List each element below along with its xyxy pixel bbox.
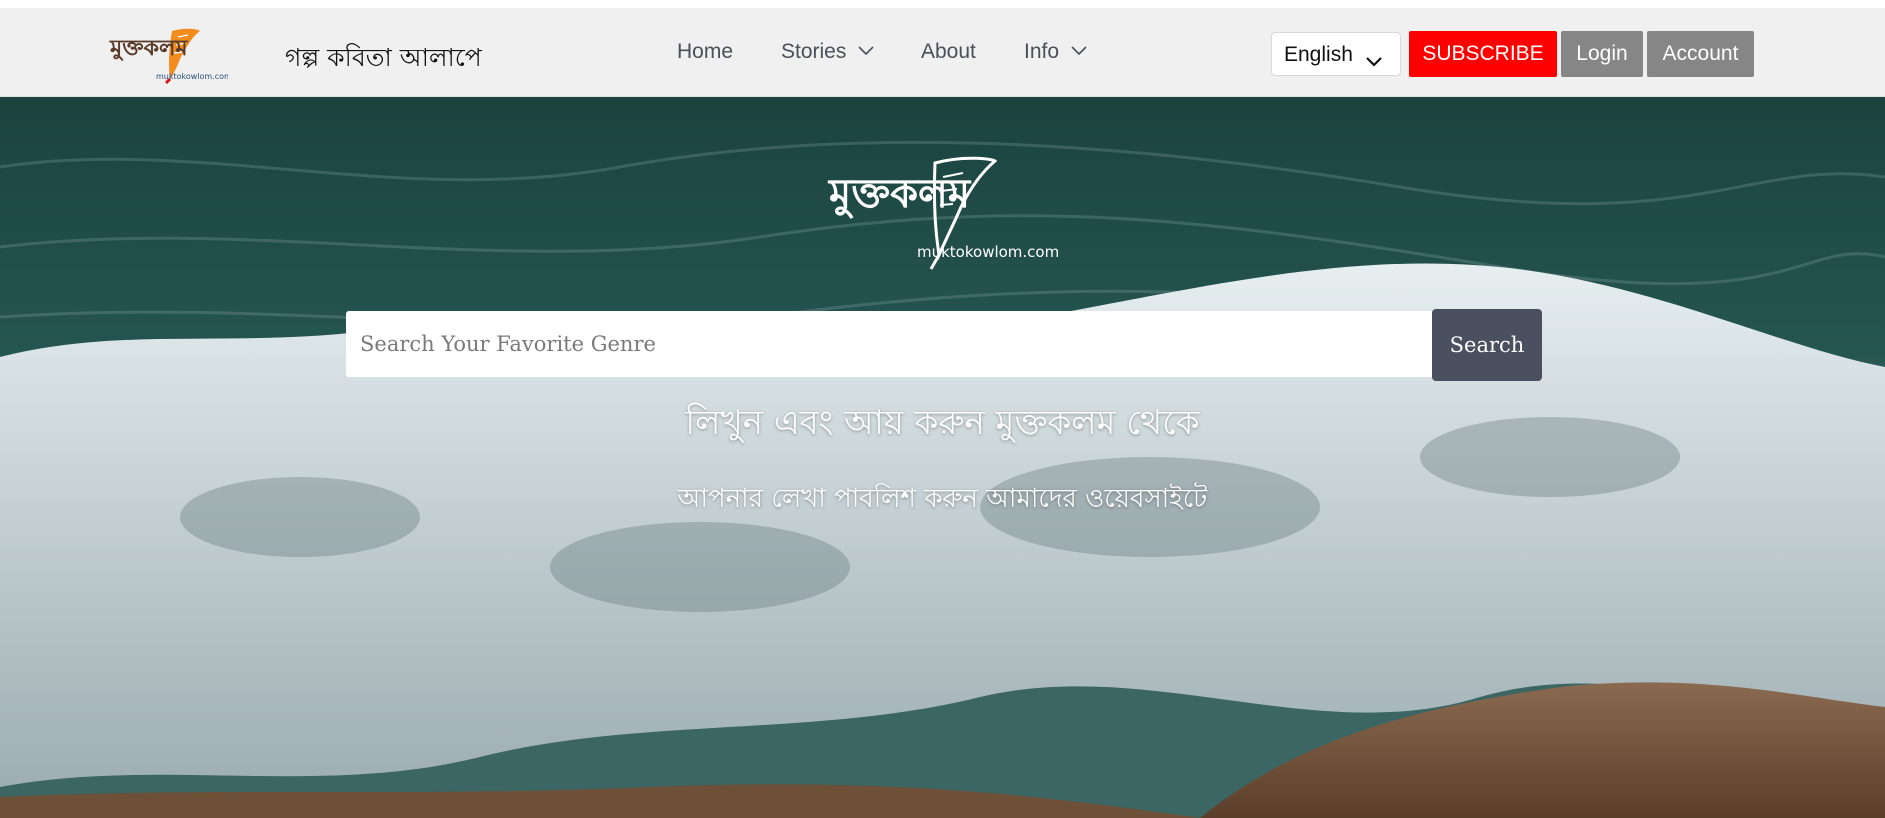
hero-logo-domain: muktokowlom.com	[917, 243, 1059, 261]
nav-about-label: About	[921, 40, 976, 63]
chevron-down-icon	[1366, 49, 1382, 73]
nav-about[interactable]: About	[921, 40, 976, 64]
search-bar: Search	[346, 309, 1542, 381]
hero-banner: মুক্তকলম muktokowlom.com Search লিখুন এব…	[0, 97, 1885, 818]
nav-info[interactable]: Info	[1024, 40, 1087, 64]
chevron-down-icon	[858, 38, 874, 62]
top-strip	[0, 0, 1885, 8]
language-select[interactable]: English	[1271, 32, 1401, 76]
hero-logo: মুক্তকলম muktokowlom.com	[825, 155, 1060, 275]
site-tagline: গল্প কবিতা আলাপে	[285, 43, 482, 72]
language-selected: English	[1284, 43, 1353, 66]
search-input[interactable]	[346, 311, 1432, 377]
logo-text-bangla: মুক্তকলম	[109, 36, 188, 62]
hero-logo-text: মুক্তকলম	[827, 171, 972, 218]
account-button[interactable]: Account	[1647, 31, 1754, 77]
login-button[interactable]: Login	[1561, 31, 1643, 77]
hero-logo-mark: মুক্তকলম muktokowlom.com	[827, 156, 1059, 270]
chevron-down-icon	[1071, 38, 1087, 62]
hero-title: লিখুন এবং আয় করুন মুক্তকলম থেকে	[685, 403, 1200, 443]
site-logo[interactable]: মুক্তকলম muktokowlom.com	[108, 25, 228, 85]
logo-mark: মুক্তকলম muktokowlom.com	[109, 28, 228, 85]
navbar: মুক্তকলম muktokowlom.com গল্প কবিতা আলাপ…	[0, 8, 1885, 97]
nav-stories[interactable]: Stories	[781, 40, 874, 64]
nav-stories-label: Stories	[781, 40, 847, 63]
nav-info-label: Info	[1024, 40, 1060, 63]
hero-subtitle: আপনার লেখা পাবলিশ করুন আমাদের ওয়েবসাইটে	[677, 484, 1208, 514]
logo-domain: muktokowlom.com	[156, 72, 228, 81]
nav-home-label: Home	[677, 40, 734, 63]
search-button[interactable]: Search	[1432, 309, 1542, 381]
nav-home[interactable]: Home	[677, 40, 733, 64]
subscribe-button[interactable]: SUBSCRIBE	[1409, 31, 1557, 77]
